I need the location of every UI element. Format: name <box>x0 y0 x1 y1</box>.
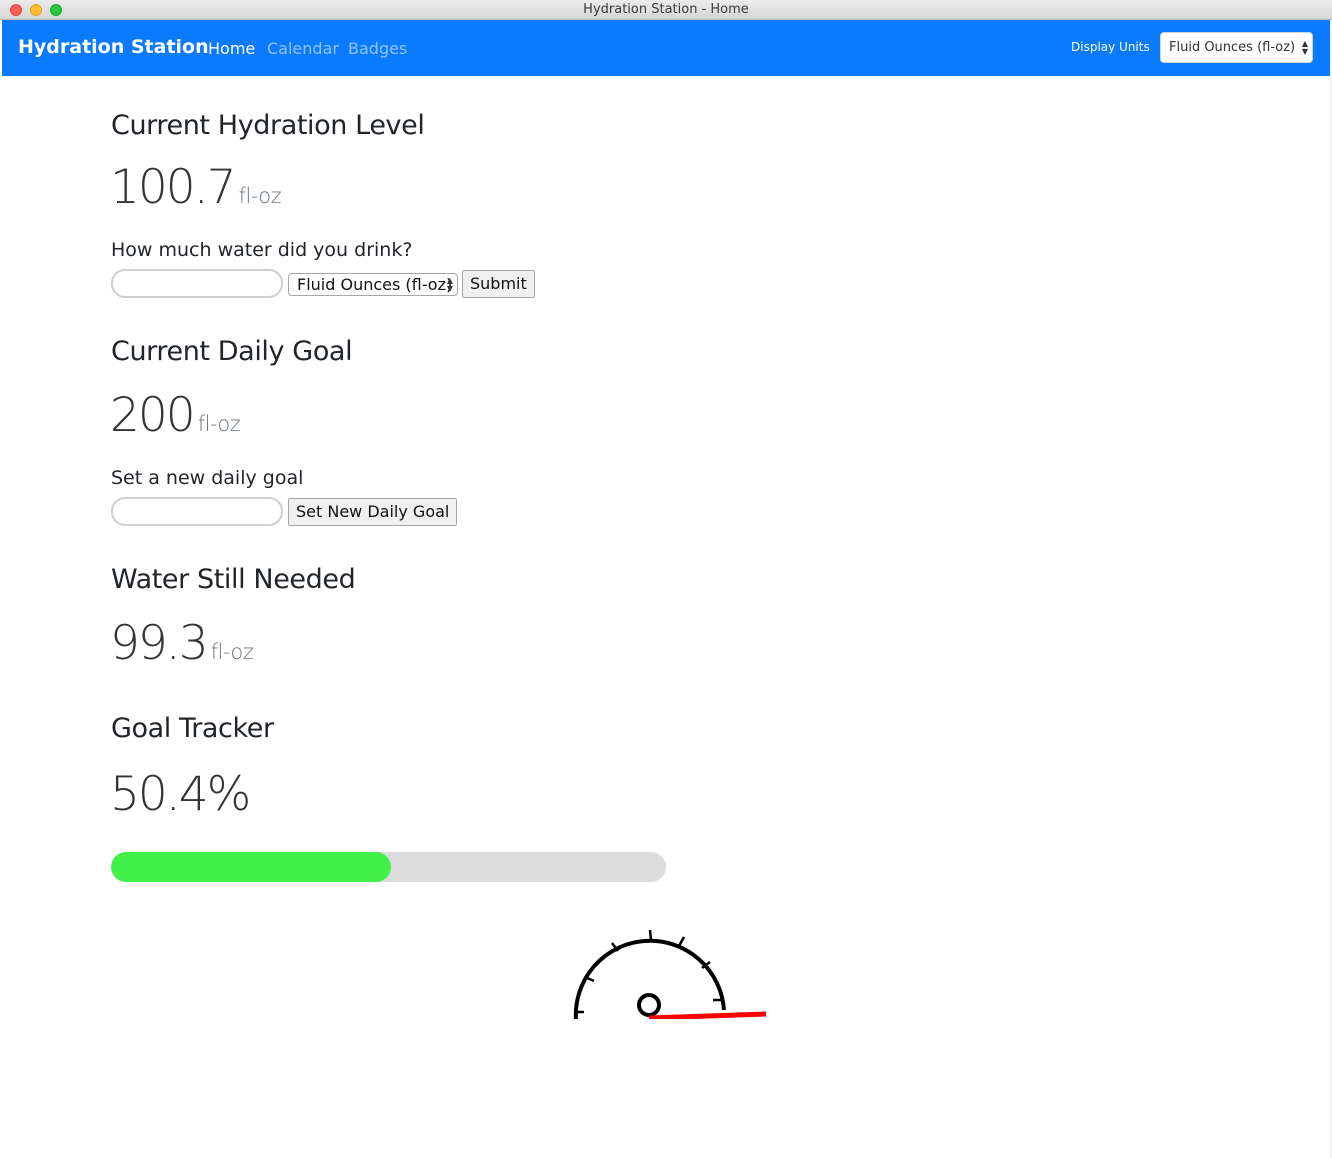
window-title: Hydration Station - Home <box>583 2 749 17</box>
set-goal-button[interactable]: Set New Daily Goal <box>288 498 458 526</box>
water-unit-select[interactable]: Fluid Ounces (fl-oz) ▲ ▼ <box>288 273 458 296</box>
water-needed-value: 99.3 <box>110 616 209 671</box>
display-units-select[interactable]: Fluid Ounces (fl-oz) ▲ ▼ <box>1160 32 1313 63</box>
title-bar: Hydration Station - Home <box>0 0 1332 20</box>
goal-progress-fill <box>111 852 391 882</box>
goal-percent: 50.4% <box>110 767 251 822</box>
new-goal-input[interactable] <box>111 497 283 526</box>
hydration-level-unit: fl-oz <box>238 184 282 208</box>
hydration-gauge-icon <box>573 929 767 1019</box>
goal-progress-bar <box>111 852 666 882</box>
select-arrows-icon: ▲ ▼ <box>1301 39 1308 56</box>
navbar: Hydration Station Home Calendar Badges D… <box>2 20 1330 76</box>
display-units-value: Fluid Ounces (fl-oz) <box>1169 40 1296 55</box>
hydration-level-display: 100.7 fl-oz <box>110 160 282 215</box>
nav-badges-link[interactable]: Badges <box>348 39 407 58</box>
nav-calendar-link[interactable]: Calendar <box>267 39 339 58</box>
water-question-label: How much water did you drink? <box>111 239 413 261</box>
water-unit-value: Fluid Ounces (fl-oz) <box>297 275 453 294</box>
water-amount-input[interactable] <box>111 269 283 298</box>
gauge-needle <box>648 1011 767 1019</box>
tracker-heading: Goal Tracker <box>111 713 274 744</box>
needed-heading: Water Still Needed <box>111 564 356 595</box>
hydration-level-value: 100.7 <box>110 160 237 215</box>
submit-button[interactable]: Submit <box>462 270 535 298</box>
water-needed-unit: fl-oz <box>210 640 254 664</box>
app-window: Hydration Station - Home Hydration Stati… <box>0 0 1332 1158</box>
gauge-dial <box>573 929 767 1019</box>
hydration-heading: Current Hydration Level <box>111 110 425 141</box>
daily-goal-unit: fl-oz <box>197 412 241 436</box>
brand-link[interactable]: Hydration Station <box>18 36 209 58</box>
water-needed-display: 99.3 fl-oz <box>110 616 254 671</box>
select-arrows-icon: ▲ ▼ <box>446 276 453 293</box>
nav-home-link[interactable]: Home <box>208 39 255 58</box>
daily-goal-value: 200 <box>110 388 196 443</box>
goal-heading: Current Daily Goal <box>111 336 353 367</box>
set-goal-label: Set a new daily goal <box>111 467 304 489</box>
display-units-label: Display Units <box>1071 40 1150 54</box>
daily-goal-display: 200 fl-oz <box>110 388 241 443</box>
